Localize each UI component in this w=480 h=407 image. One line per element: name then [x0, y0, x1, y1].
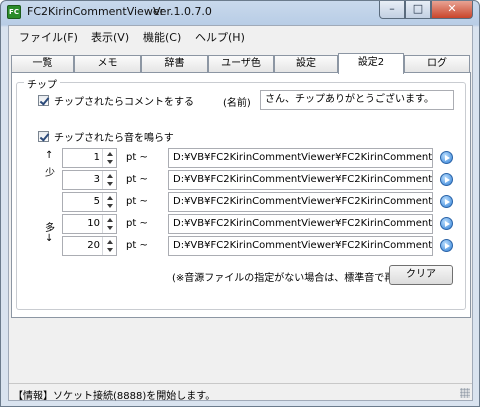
- spin-up-icon[interactable]: [107, 196, 113, 200]
- play-icon[interactable]: [440, 151, 453, 164]
- chip-groupbox: チップされたらコメントをする (名前) さん、チップありがとうございます。 チッ…: [16, 82, 466, 310]
- sound-path-input[interactable]: D:¥VB¥FC2KirinCommentViewer¥FC2KirinComm…: [168, 148, 433, 168]
- maximize-button[interactable]: □: [405, 1, 431, 19]
- sound-path-input[interactable]: D:¥VB¥FC2KirinCommentViewer¥FC2KirinComm…: [168, 236, 433, 256]
- menu-help[interactable]: ヘルプ(H): [195, 29, 245, 45]
- spin-up-icon[interactable]: [107, 218, 113, 222]
- many-label: 多: [45, 223, 55, 234]
- pt-stepper[interactable]: 3: [62, 170, 117, 190]
- sound-path-input[interactable]: D:¥VB¥FC2KirinCommentViewer¥FC2KirinComm…: [168, 214, 433, 234]
- menu-view[interactable]: 表示(V): [91, 29, 129, 45]
- close-icon: ✕: [447, 2, 457, 15]
- pt-value: 1: [93, 152, 100, 163]
- play-icon[interactable]: [440, 239, 453, 252]
- comment-on-chip-label: チップされたらコメントをする: [54, 97, 194, 108]
- few-label: 少: [45, 168, 55, 179]
- spin-down-icon[interactable]: [107, 204, 113, 208]
- stepper-arrows[interactable]: [102, 149, 116, 167]
- spin-up-icon[interactable]: [107, 174, 113, 178]
- spin-up-icon[interactable]: [107, 152, 113, 156]
- pt-stepper[interactable]: 1: [62, 148, 117, 168]
- spin-down-icon[interactable]: [107, 248, 113, 252]
- window-title: FC2KirinCommentViewer: [27, 5, 165, 18]
- pt-stepper[interactable]: 5: [62, 192, 117, 212]
- tab-settings2[interactable]: 設定2: [338, 53, 404, 74]
- checkbox-checked-icon: [38, 131, 49, 142]
- play-icon[interactable]: [440, 195, 453, 208]
- comment-on-chip-checkbox[interactable]: チップされたらコメントをする: [38, 93, 194, 108]
- resize-grip-icon[interactable]: [460, 388, 470, 398]
- tab-log[interactable]: ログ: [404, 55, 470, 73]
- play-icon[interactable]: [440, 217, 453, 230]
- pt-unit-label: pt ~: [126, 174, 148, 185]
- tab-list[interactable]: 一覧: [11, 55, 74, 73]
- minimize-button[interactable]: –: [379, 1, 405, 19]
- pt-unit-label: pt ~: [126, 218, 148, 229]
- stepper-arrows[interactable]: [102, 215, 116, 233]
- clear-button[interactable]: クリア: [389, 265, 453, 285]
- sound-path-input[interactable]: D:¥VB¥FC2KirinCommentViewer¥FC2KirinComm…: [168, 170, 433, 190]
- chip-group-title: チップ: [24, 76, 60, 91]
- pt-stepper[interactable]: 20: [62, 236, 117, 256]
- status-bar: 【情報】ソケット接続(8888)を開始します。: [9, 383, 472, 402]
- tab-dictionary[interactable]: 辞書: [141, 55, 208, 73]
- play-icon[interactable]: [440, 173, 453, 186]
- sound-on-chip-checkbox[interactable]: チップされたら音を鳴らす: [38, 129, 174, 144]
- default-sound-note: (※音源ファイルの指定がない場合は、標準音で再生): [172, 273, 409, 284]
- tab-strip: 一覧 メモ 辞書 ユーザ色 設定 設定2 ログ: [11, 53, 471, 74]
- spin-down-icon[interactable]: [107, 226, 113, 230]
- tab-user-color[interactable]: ユーザ色: [208, 55, 274, 73]
- menu-bar: ファイル(F) 表示(V) 機能(C) ヘルプ(H): [9, 26, 472, 46]
- name-label: (名前): [223, 98, 251, 109]
- spin-down-icon[interactable]: [107, 182, 113, 186]
- pt-unit-label: pt ~: [126, 196, 148, 207]
- status-text: 【情報】ソケット接続(8888)を開始します。: [13, 391, 216, 402]
- client-area: ファイル(F) 表示(V) 機能(C) ヘルプ(H) 一覧 メモ 辞書 ユーザ色…: [8, 25, 473, 402]
- window-version: Ver.1.0.7.0: [153, 5, 212, 18]
- arrow-up-label: ↑: [45, 150, 54, 161]
- pt-value: 20: [87, 240, 100, 251]
- maximize-icon: □: [412, 2, 424, 15]
- app-window: FC FC2KirinCommentViewer Ver.1.0.7.0 – □…: [0, 0, 480, 407]
- pt-value: 3: [93, 174, 100, 185]
- menu-function[interactable]: 機能(C): [143, 29, 181, 45]
- menu-file[interactable]: ファイル(F): [19, 29, 78, 45]
- pt-stepper[interactable]: 10: [62, 214, 117, 234]
- tab-memo[interactable]: メモ: [74, 55, 141, 73]
- pt-value: 5: [93, 196, 100, 207]
- chip-comment-input[interactable]: さん、チップありがとうございます。: [260, 90, 454, 110]
- tab-settings[interactable]: 設定: [274, 55, 338, 73]
- spin-down-icon[interactable]: [107, 160, 113, 164]
- settings2-panel: チップ チップされたらコメントをする (名前) さん、チップありがとうございます…: [11, 72, 471, 318]
- minimize-icon: –: [389, 2, 395, 15]
- pt-value: 10: [87, 218, 100, 229]
- pt-unit-label: pt ~: [126, 240, 148, 251]
- close-button[interactable]: ✕: [431, 1, 473, 19]
- stepper-arrows[interactable]: [102, 171, 116, 189]
- spin-up-icon[interactable]: [107, 240, 113, 244]
- app-icon[interactable]: FC: [7, 5, 21, 19]
- sound-path-input[interactable]: D:¥VB¥FC2KirinCommentViewer¥FC2KirinComm…: [168, 192, 433, 212]
- arrow-down-label: ↓: [45, 233, 54, 244]
- stepper-arrows[interactable]: [102, 193, 116, 211]
- window-controls: – □ ✕: [379, 1, 473, 19]
- checkbox-checked-icon: [38, 95, 49, 106]
- title-bar[interactable]: FC FC2KirinCommentViewer Ver.1.0.7.0 – □…: [1, 1, 479, 23]
- pt-unit-label: pt ~: [126, 152, 148, 163]
- stepper-arrows[interactable]: [102, 237, 116, 255]
- sound-on-chip-label: チップされたら音を鳴らす: [54, 133, 174, 144]
